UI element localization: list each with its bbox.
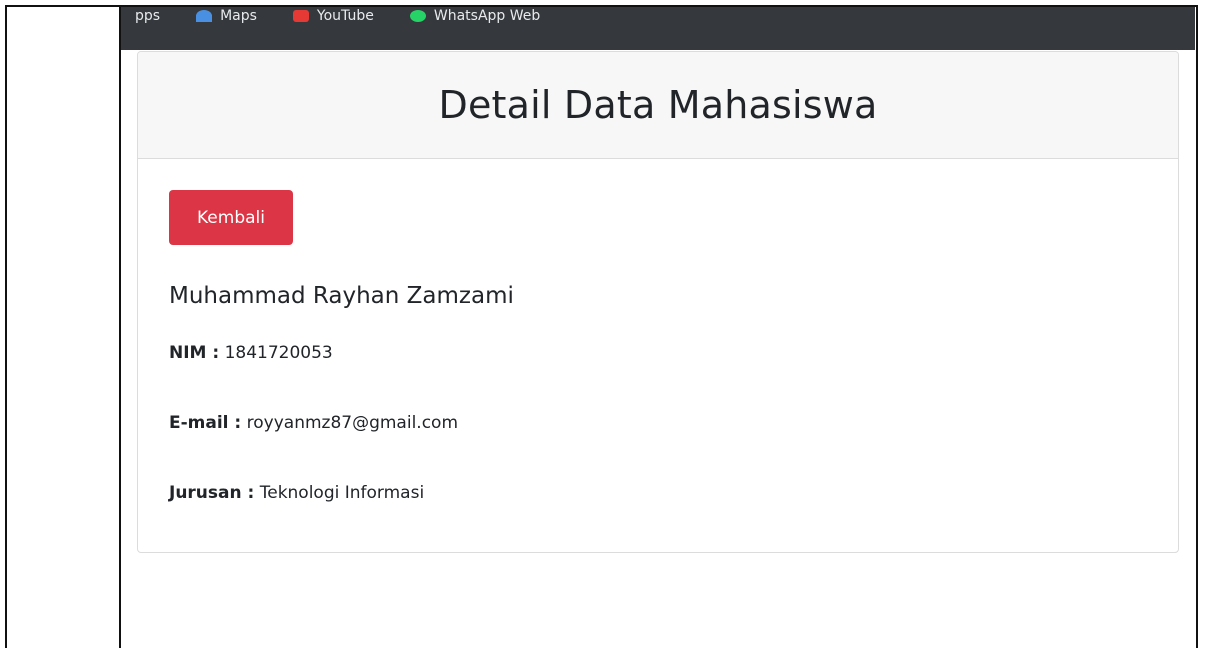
detail-card: Detail Data Mahasiswa Kembali Muhammad R…	[137, 51, 1179, 553]
bookmark-youtube-label: YouTube	[316, 8, 374, 24]
back-button[interactable]: Kembali	[169, 190, 293, 245]
nim-label: NIM :	[169, 343, 220, 363]
jurusan-value: Teknologi Informasi	[259, 483, 425, 503]
bookmark-youtube[interactable]: YouTube	[292, 8, 374, 24]
nim-field: NIM : 1841720053	[169, 343, 333, 363]
bookmark-apps[interactable]: pps	[135, 9, 160, 23]
maps-icon	[196, 10, 213, 22]
bookmark-apps-label: pps	[135, 8, 161, 24]
bookmarks-bar: pps Maps YouTube WhatsApp Web	[121, 7, 1195, 50]
whatsapp-icon	[409, 10, 426, 22]
frame-divider	[119, 5, 121, 648]
youtube-icon	[292, 10, 309, 22]
email-field: E-mail : royyanmz87@gmail.com	[169, 413, 458, 433]
bookmark-maps[interactable]: Maps	[196, 9, 257, 23]
bookmark-whatsapp-label: WhatsApp Web	[433, 8, 541, 24]
email-label: E-mail :	[169, 413, 242, 433]
jurusan-label: Jurusan :	[169, 483, 255, 503]
bookmark-maps-label: Maps	[220, 8, 257, 24]
nim-value: 1841720053	[224, 343, 333, 363]
page-title: Detail Data Mahasiswa	[438, 83, 878, 127]
student-name: Muhammad Rayhan Zamzami	[169, 283, 514, 309]
email-value: royyanmz87@gmail.com	[246, 413, 459, 433]
jurusan-field: Jurusan : Teknologi Informasi	[169, 483, 424, 503]
bookmarks-list: pps Maps YouTube WhatsApp Web	[135, 9, 540, 23]
bookmark-whatsapp[interactable]: WhatsApp Web	[409, 8, 541, 24]
card-header: Detail Data Mahasiswa	[138, 52, 1178, 159]
